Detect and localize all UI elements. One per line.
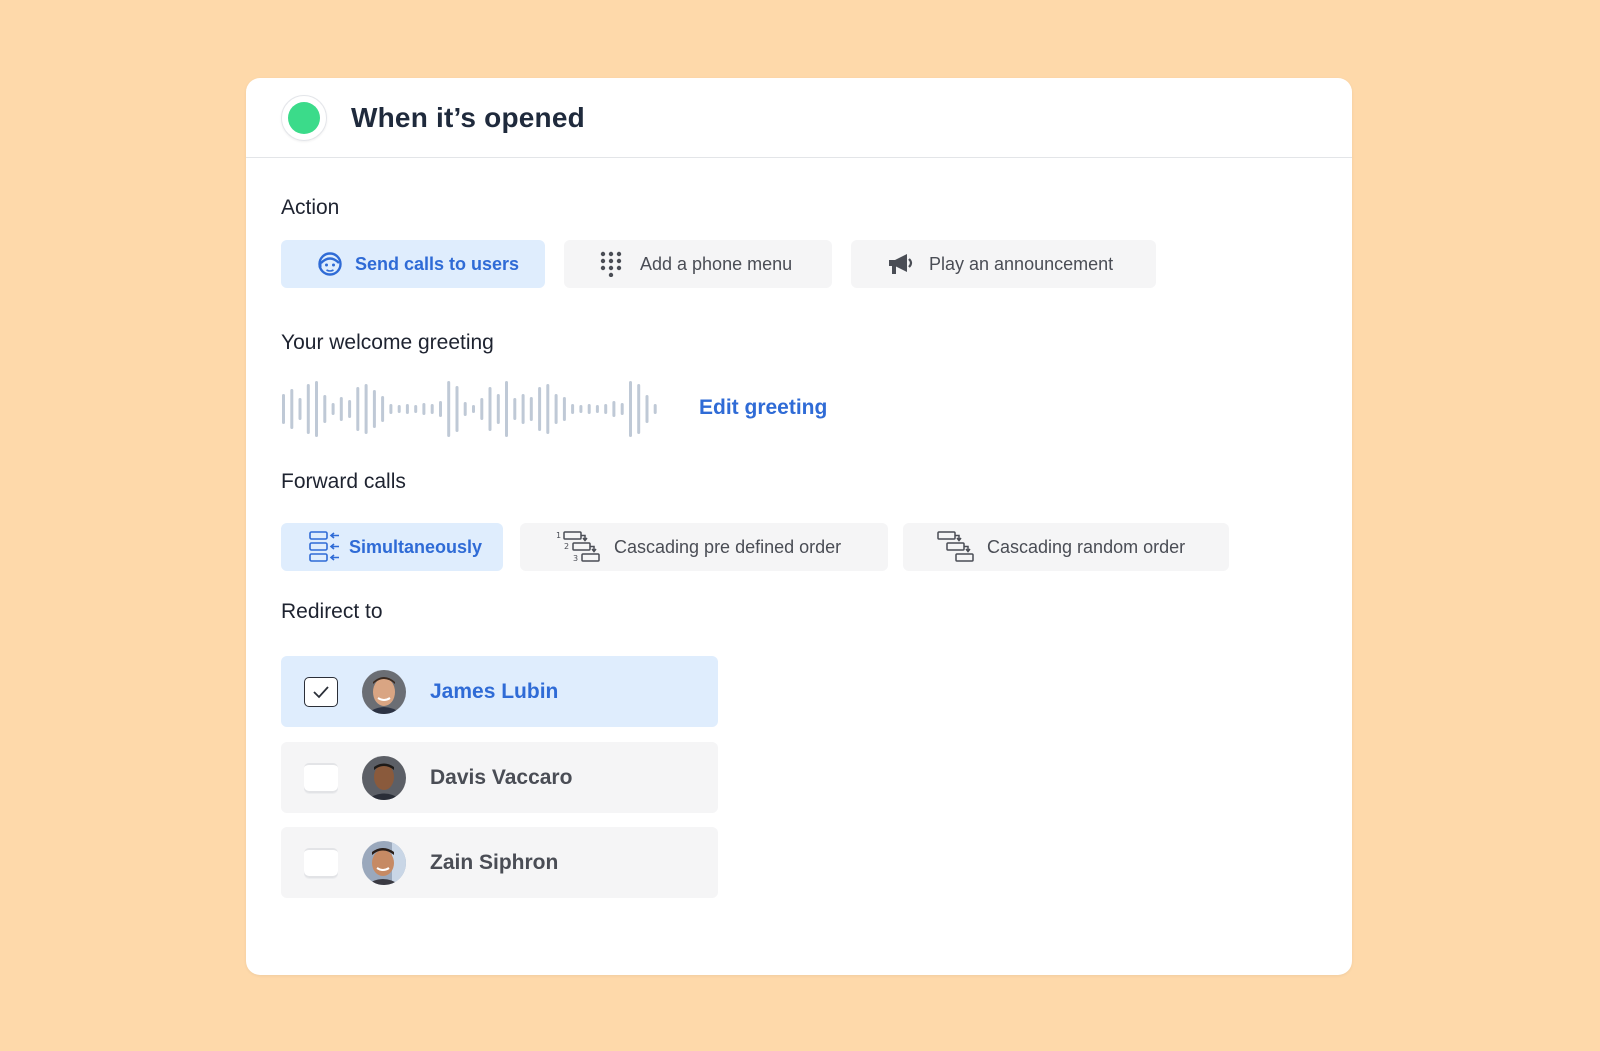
waveform-bar — [562, 397, 566, 421]
waveform-bar — [529, 397, 533, 421]
avatar — [362, 669, 406, 714]
cascade-ordered-icon: 123 — [556, 530, 602, 564]
action-announcement-button[interactable]: Play an announcement — [851, 240, 1156, 288]
waveform-bar — [447, 381, 451, 437]
avatar — [362, 755, 406, 800]
waveform-bar — [339, 397, 343, 421]
waveform-bar — [513, 398, 517, 420]
card-header: When it’s opened — [246, 78, 1352, 158]
user-face-icon — [317, 251, 343, 277]
waveform-bar — [546, 384, 550, 434]
waveform-bar — [414, 405, 418, 413]
waveform-bar — [645, 395, 649, 423]
waveform-bar — [579, 405, 583, 413]
svg-text:2: 2 — [564, 542, 569, 551]
waveform-bar — [298, 398, 302, 420]
waveform-bar — [439, 401, 442, 417]
status-indicator — [281, 94, 327, 141]
megaphone-icon — [887, 252, 915, 276]
forward-cascading-ordered-button[interactable]: 123 Cascading pre defined order — [520, 523, 888, 571]
simultaneous-icon — [309, 530, 341, 564]
redirect-label: Redirect to — [281, 600, 383, 623]
waveform-bar — [505, 381, 508, 437]
waveform-bar — [282, 394, 285, 424]
waveform-bar — [521, 394, 525, 424]
greeting-label: Your welcome greeting — [281, 331, 494, 354]
waveform-bar — [356, 387, 360, 431]
user-row-james-lubin[interactable]: James Lubin — [281, 656, 718, 727]
waveform-bar — [587, 404, 591, 414]
waveform-bar — [595, 405, 599, 413]
status-dot-icon — [288, 101, 320, 134]
call-routing-card: When it’s opened Action Send calls to us… — [246, 78, 1352, 975]
waveform-bar — [323, 395, 327, 423]
user-name: Zain Siphron — [430, 850, 559, 874]
waveform-bar — [306, 384, 310, 434]
action-phone-menu-button[interactable]: Add a phone menu — [564, 240, 832, 288]
waveform-bar — [405, 404, 409, 414]
action-announcement-label: Play an announcement — [929, 253, 1114, 274]
waveform-bar — [480, 398, 484, 420]
waveform-bar — [331, 403, 335, 415]
avatar — [362, 840, 406, 885]
audio-waveform-icon — [282, 381, 657, 437]
waveform-bar — [629, 381, 632, 437]
waveform-bar — [604, 404, 608, 414]
checkmark-icon — [313, 685, 329, 698]
action-send-calls-label: Send calls to users — [355, 253, 520, 274]
waveform-bar — [290, 389, 294, 429]
forward-cascading-random-label: Cascading random order — [987, 536, 1186, 557]
user-checkbox[interactable] — [304, 847, 338, 878]
waveform-bar — [637, 384, 641, 434]
waveform-bar — [430, 404, 434, 414]
forward-calls-label: Forward calls — [281, 470, 406, 493]
svg-text:3: 3 — [573, 554, 578, 563]
waveform-bar — [488, 387, 492, 431]
user-row-davis-vaccaro[interactable]: Davis Vaccaro — [281, 742, 718, 813]
waveform-bar — [389, 404, 393, 414]
action-phone-menu-label: Add a phone menu — [640, 253, 793, 274]
waveform-bar — [348, 400, 352, 418]
waveform-bar — [455, 386, 459, 432]
waveform-bar — [496, 394, 500, 424]
svg-text:1: 1 — [556, 531, 561, 540]
waveform-bar — [571, 404, 575, 414]
waveform-bar — [372, 390, 376, 428]
keypad-icon — [600, 251, 622, 277]
waveform-bar — [554, 394, 558, 424]
user-checkbox[interactable] — [304, 676, 338, 707]
waveform-bar — [538, 387, 542, 431]
user-checkbox[interactable] — [304, 762, 338, 793]
waveform-bar — [422, 403, 426, 415]
waveform-bar — [364, 384, 368, 434]
waveform-bar — [381, 396, 385, 422]
edit-greeting-link[interactable]: Edit greeting — [699, 396, 827, 420]
waveform-bar — [620, 403, 624, 415]
user-name: James Lubin — [430, 679, 559, 703]
forward-simultaneously-label: Simultaneously — [349, 536, 483, 557]
user-row-zain-siphron[interactable]: Zain Siphron — [281, 827, 718, 898]
forward-cascading-random-button[interactable]: Cascading random order — [903, 523, 1229, 571]
waveform-bar — [315, 381, 318, 437]
action-send-calls-button[interactable]: Send calls to users — [281, 240, 545, 288]
forward-simultaneously-button[interactable]: Simultaneously — [281, 523, 503, 571]
user-name: Davis Vaccaro — [430, 765, 573, 789]
cascade-random-icon — [937, 530, 975, 564]
waveform-bar — [463, 402, 467, 416]
waveform-bar — [612, 401, 616, 417]
card-title: When it’s opened — [351, 101, 585, 133]
waveform-bar — [397, 405, 401, 413]
action-label: Action — [281, 196, 340, 219]
forward-cascading-ordered-label: Cascading pre defined order — [614, 536, 842, 557]
waveform-bar — [653, 404, 657, 414]
waveform-bar — [472, 405, 475, 413]
